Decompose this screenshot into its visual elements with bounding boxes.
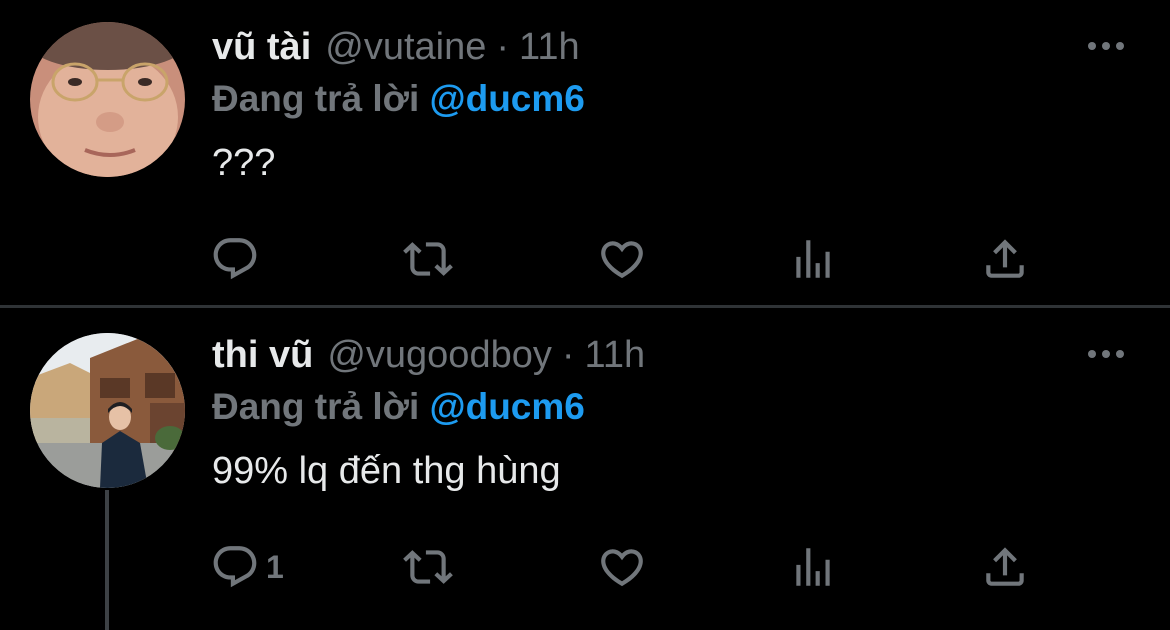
retweet-button[interactable] [403,542,453,592]
separator-dot: · [561,333,575,376]
like-button[interactable] [597,234,647,284]
avatar-photo [30,333,185,488]
retweet-icon [403,242,453,276]
display-name[interactable]: vũ tài [212,26,311,69]
more-icon[interactable] [1086,344,1126,364]
avatar-photo [30,22,185,177]
more-icon[interactable] [1086,36,1126,56]
share-icon [986,239,1024,278]
user-handle[interactable]: @vutaine [325,26,486,69]
timestamp[interactable]: 11h [585,334,646,377]
share-icon [986,547,1024,586]
analytics-icon [796,548,830,586]
reply-icon [213,238,257,280]
timestamp[interactable]: 11h [519,26,580,69]
like-button[interactable] [597,542,647,592]
tweet-header: thi vũ @vugoodboy · 11h [212,330,645,380]
action-bar: 1 [210,542,1030,592]
analytics-button[interactable] [788,542,838,592]
reply-icon [213,546,257,588]
avatar[interactable] [30,333,185,488]
mention-link[interactable]: @ducm6 [430,386,585,427]
replying-to: Đang trả lời @ducm6 [212,386,585,428]
replying-prefix: Đang trả lời [212,386,420,427]
separator-dot: · [496,25,510,68]
reply-button[interactable]: 1 [210,542,284,592]
reply-button[interactable] [210,234,266,284]
analytics-button[interactable] [788,234,838,284]
action-bar [210,234,1030,284]
user-handle[interactable]: @vugoodboy [327,334,552,377]
retweet-button[interactable] [403,234,453,284]
share-button[interactable] [980,542,1030,592]
thread-line [105,490,109,630]
tweet[interactable]: vũ tài @vutaine · 11h Đang trả lời @ducm… [0,0,1170,305]
like-icon [601,549,643,587]
avatar[interactable] [30,22,185,177]
replying-to: Đang trả lời @ducm6 [212,78,585,120]
reply-count: 1 [266,548,284,585]
display-name[interactable]: thi vũ [212,334,313,377]
tweet-header: vũ tài @vutaine · 11h [212,22,580,72]
like-icon [601,241,643,279]
mention-link[interactable]: @ducm6 [430,78,585,119]
tweet-text: ??? [212,142,276,184]
tweet-text: 99% lq đến thg hùng [212,450,561,492]
tweet[interactable]: thi vũ @vugoodboy · 11h Đang trả lời @du… [0,308,1170,630]
analytics-icon [796,240,830,278]
replying-prefix: Đang trả lời [212,78,420,119]
retweet-icon [403,550,453,584]
share-button[interactable] [980,234,1030,284]
